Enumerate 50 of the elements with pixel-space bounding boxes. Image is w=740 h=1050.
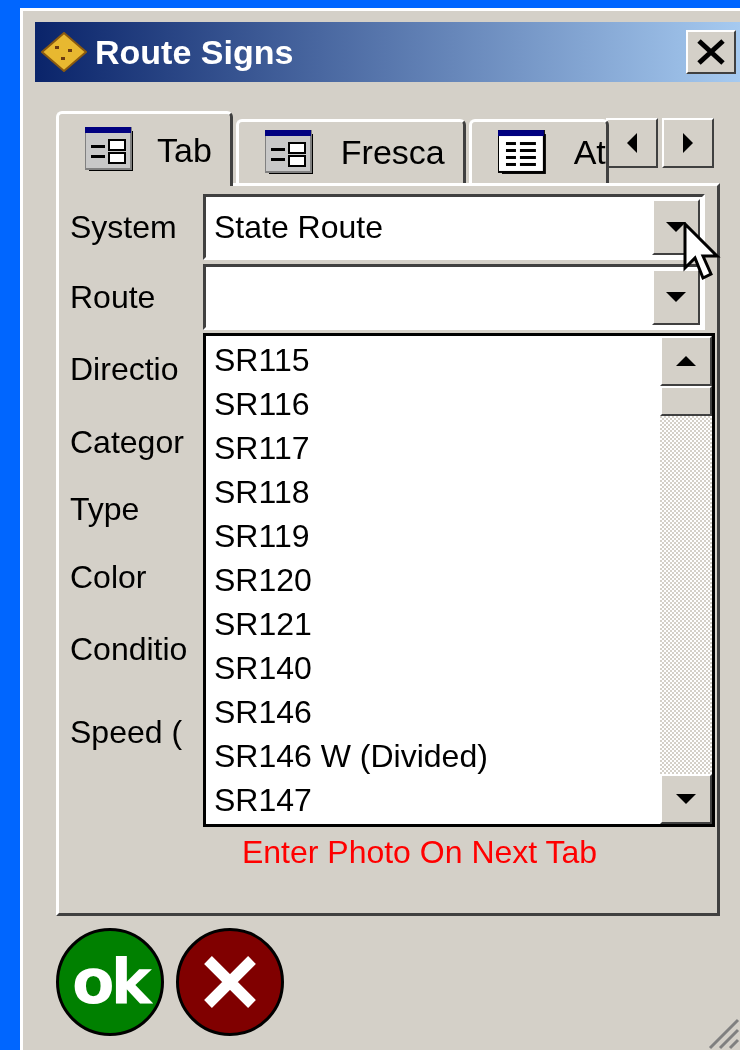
list-item[interactable]: SR117 [214, 428, 660, 472]
dropdown-button[interactable] [652, 269, 700, 325]
list-item[interactable]: SR116 [214, 384, 660, 428]
form-icon [85, 127, 135, 173]
hint-text: Enter Photo On Next Tab [241, 834, 598, 871]
down-arrow-icon [666, 222, 686, 232]
tab-label: Tab [157, 130, 212, 170]
list-item[interactable]: SR115 [214, 340, 660, 384]
list-icon [497, 129, 548, 176]
list-item[interactable]: SR147 [214, 780, 660, 824]
list-item[interactable]: SR140 [214, 648, 660, 692]
tab-label: Fresca [340, 133, 445, 172]
scroll-up-button[interactable] [660, 336, 712, 386]
list-item[interactable]: SR118 [214, 472, 660, 516]
ok-button[interactable]: ok [56, 928, 164, 1036]
window-title: Route Signs [95, 32, 295, 72]
diamond-sign-icon [41, 32, 87, 72]
scroll-right-button[interactable] [662, 118, 714, 168]
close-icon [696, 38, 726, 66]
dropdown-field[interactable]: State Route [203, 194, 705, 260]
field-label: Type [70, 491, 141, 528]
scrollbar[interactable] [660, 336, 712, 824]
list-item[interactable]: SR146 [214, 692, 660, 736]
close-button[interactable] [686, 30, 736, 74]
close-icon [202, 954, 258, 1010]
field-label: Speed ( [70, 713, 184, 751]
field-label: Route [70, 278, 157, 316]
down-arrow-icon [666, 292, 686, 302]
list-item[interactable]: SR119 [214, 516, 660, 560]
dropdown-field[interactable] [203, 264, 705, 330]
scroll-left-button[interactable] [606, 118, 658, 168]
field-label: Conditio [70, 631, 189, 668]
form-icon [264, 129, 315, 176]
field-label: Directio [70, 351, 180, 388]
tab[interactable]: Tab [56, 111, 233, 186]
scroll-down-button[interactable] [660, 774, 712, 824]
right-arrow-icon [683, 133, 693, 153]
left-arrow-icon [627, 133, 637, 153]
field-label: Color [70, 558, 148, 596]
field-label: Categor [70, 423, 185, 461]
list-item[interactable]: SR120 [214, 560, 660, 604]
down-arrow-icon [676, 794, 696, 804]
list-item[interactable]: SR121 [214, 604, 660, 648]
list-item[interactable]: SR146 W (Divided) [214, 736, 660, 780]
tab[interactable]: At [468, 119, 609, 183]
field-label: System [70, 208, 178, 246]
scroll-thumb[interactable] [660, 386, 712, 416]
tab[interactable]: Fresca [235, 119, 466, 183]
tab-label: At [573, 133, 606, 172]
up-arrow-icon [676, 356, 696, 366]
